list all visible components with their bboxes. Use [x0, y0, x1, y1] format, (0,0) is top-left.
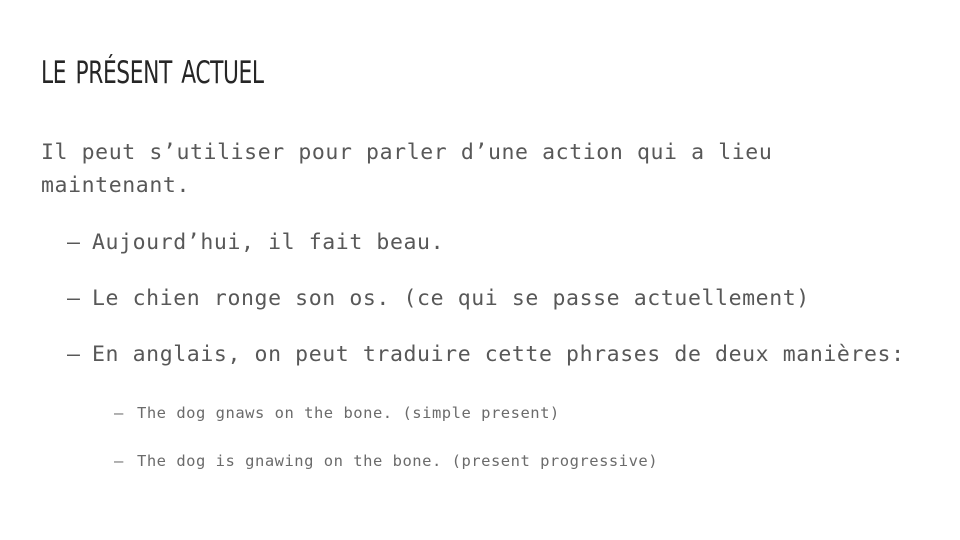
list-item-label: Aujourd’hui, il fait beau.: [92, 230, 445, 255]
page-title: Le présent actuel: [41, 43, 264, 94]
sub-list-item-label: The dog is gnawing on the bone. (present…: [137, 452, 659, 470]
slide: Le présent actuel Il peut s’utiliser pou…: [0, 0, 960, 540]
bullet-dash-icon: –: [67, 342, 81, 367]
bullet-dash-icon: –: [67, 230, 81, 255]
bullet-dash-icon: –: [114, 452, 124, 470]
sub-list-item: – The dog is gnawing on the bone. (prese…: [114, 450, 921, 472]
list-item: – Aujourd’hui, il fait beau.: [41, 227, 921, 258]
sub-bullet-list: – The dog gnaws on the bone. (simple pre…: [41, 402, 921, 472]
sub-list-item-label: The dog gnaws on the bone. (simple prese…: [137, 404, 560, 422]
bullet-dash-icon: –: [114, 404, 124, 422]
bullet-dash-icon: –: [67, 286, 81, 311]
sub-list-item: – The dog gnaws on the bone. (simple pre…: [114, 402, 921, 424]
list-item-label: En anglais, on peut traduire cette phras…: [92, 342, 905, 367]
list-item: – Le chien ronge son os. (ce qui se pass…: [41, 283, 921, 314]
slide-body: Il peut s’utiliser pour parler d’une act…: [41, 136, 921, 472]
list-item-label: Le chien ronge son os. (ce qui se passe …: [92, 286, 810, 311]
list-item: – En anglais, on peut traduire cette phr…: [41, 339, 921, 370]
intro-paragraph: Il peut s’utiliser pour parler d’une act…: [41, 140, 773, 198]
bullet-list: – Aujourd’hui, il fait beau. – Le chien …: [41, 227, 921, 370]
